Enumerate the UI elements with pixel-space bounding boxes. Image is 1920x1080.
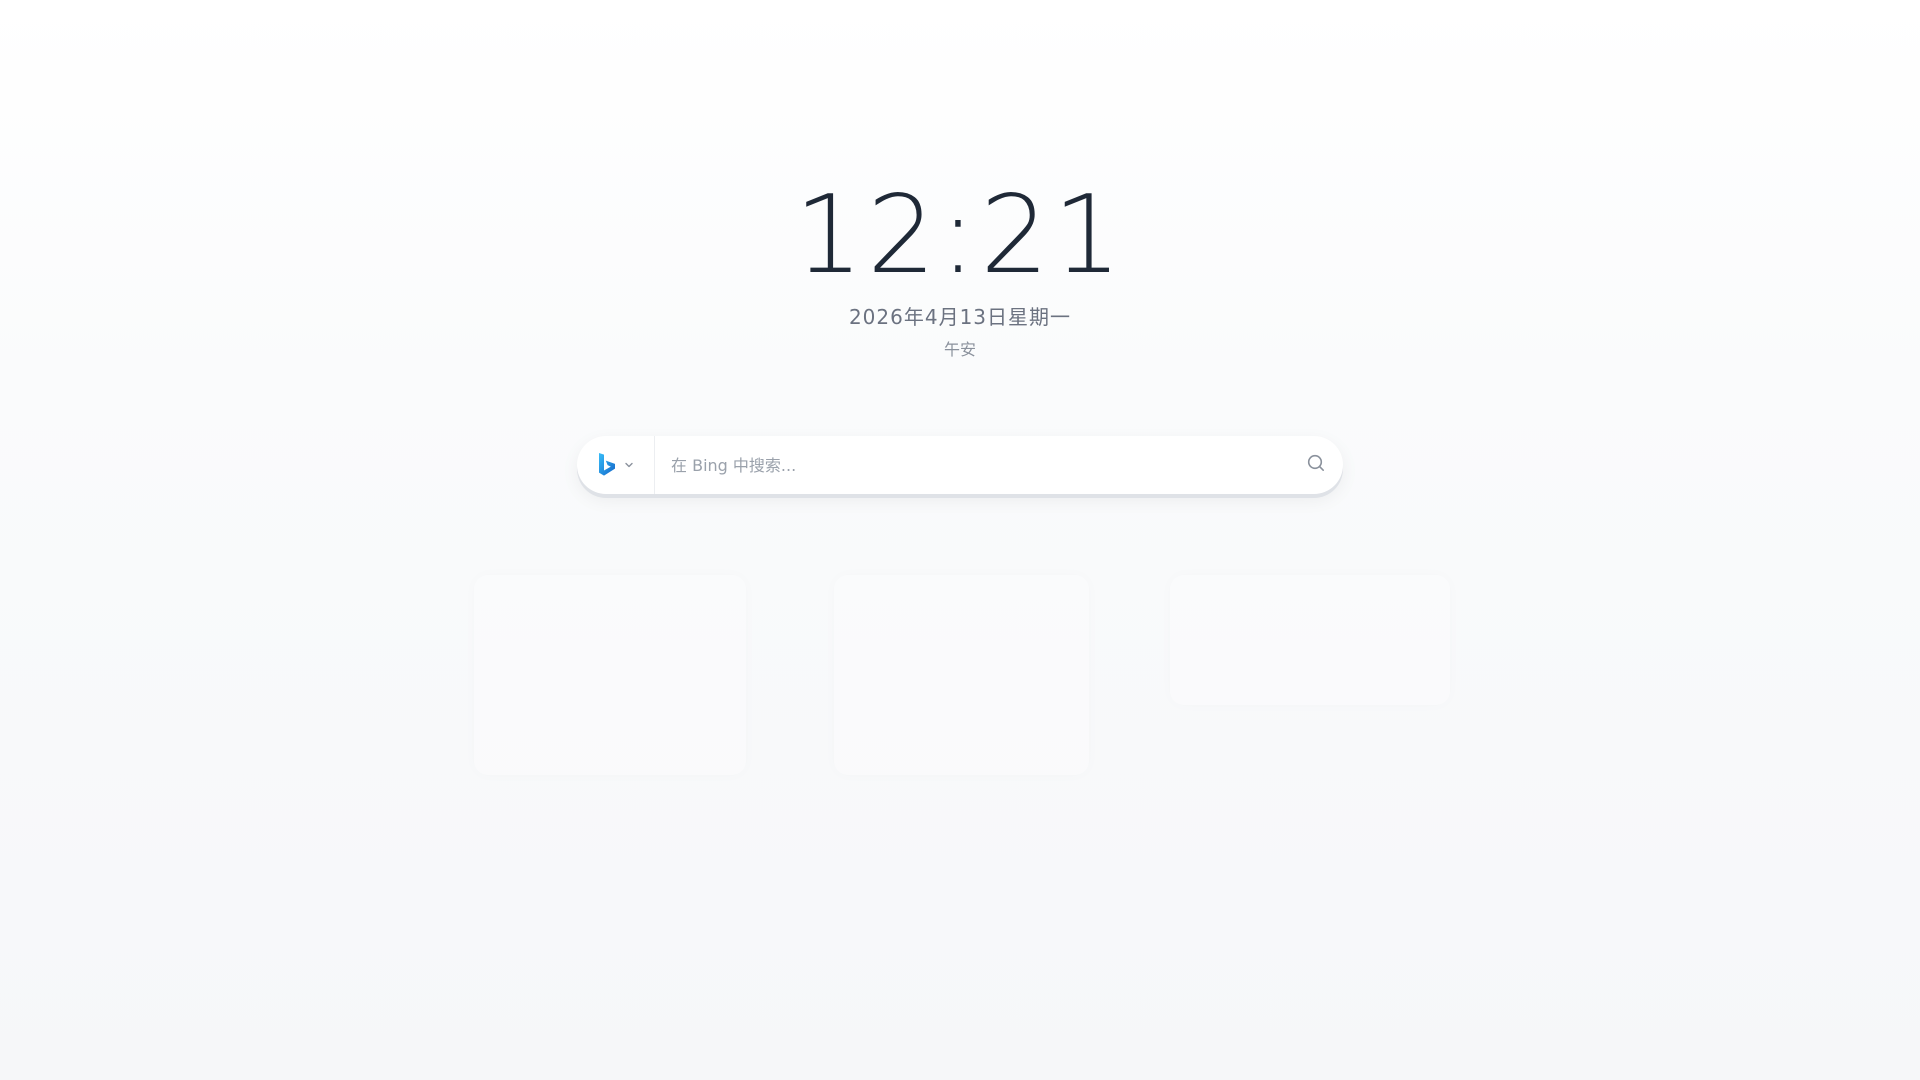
greeting-text: 午安 [943,340,976,359]
widget-card-3 [1170,575,1450,705]
clock-panel: 12:21 2026年4月13日星期一 午安 [0,180,1920,360]
widget-card-2 [834,575,1089,775]
clock-time: 12:21 [794,173,1126,298]
search-submit-button[interactable] [1289,436,1343,494]
search-engine-selector[interactable] [577,436,655,494]
search-input[interactable] [655,436,1289,494]
bing-logo-icon [598,452,616,478]
search-icon [1306,453,1326,477]
widget-card-1 [474,575,746,775]
clock-date: 2026年4月13日星期一 [848,305,1072,329]
search-bar [577,436,1343,494]
chevron-down-icon [624,460,634,470]
